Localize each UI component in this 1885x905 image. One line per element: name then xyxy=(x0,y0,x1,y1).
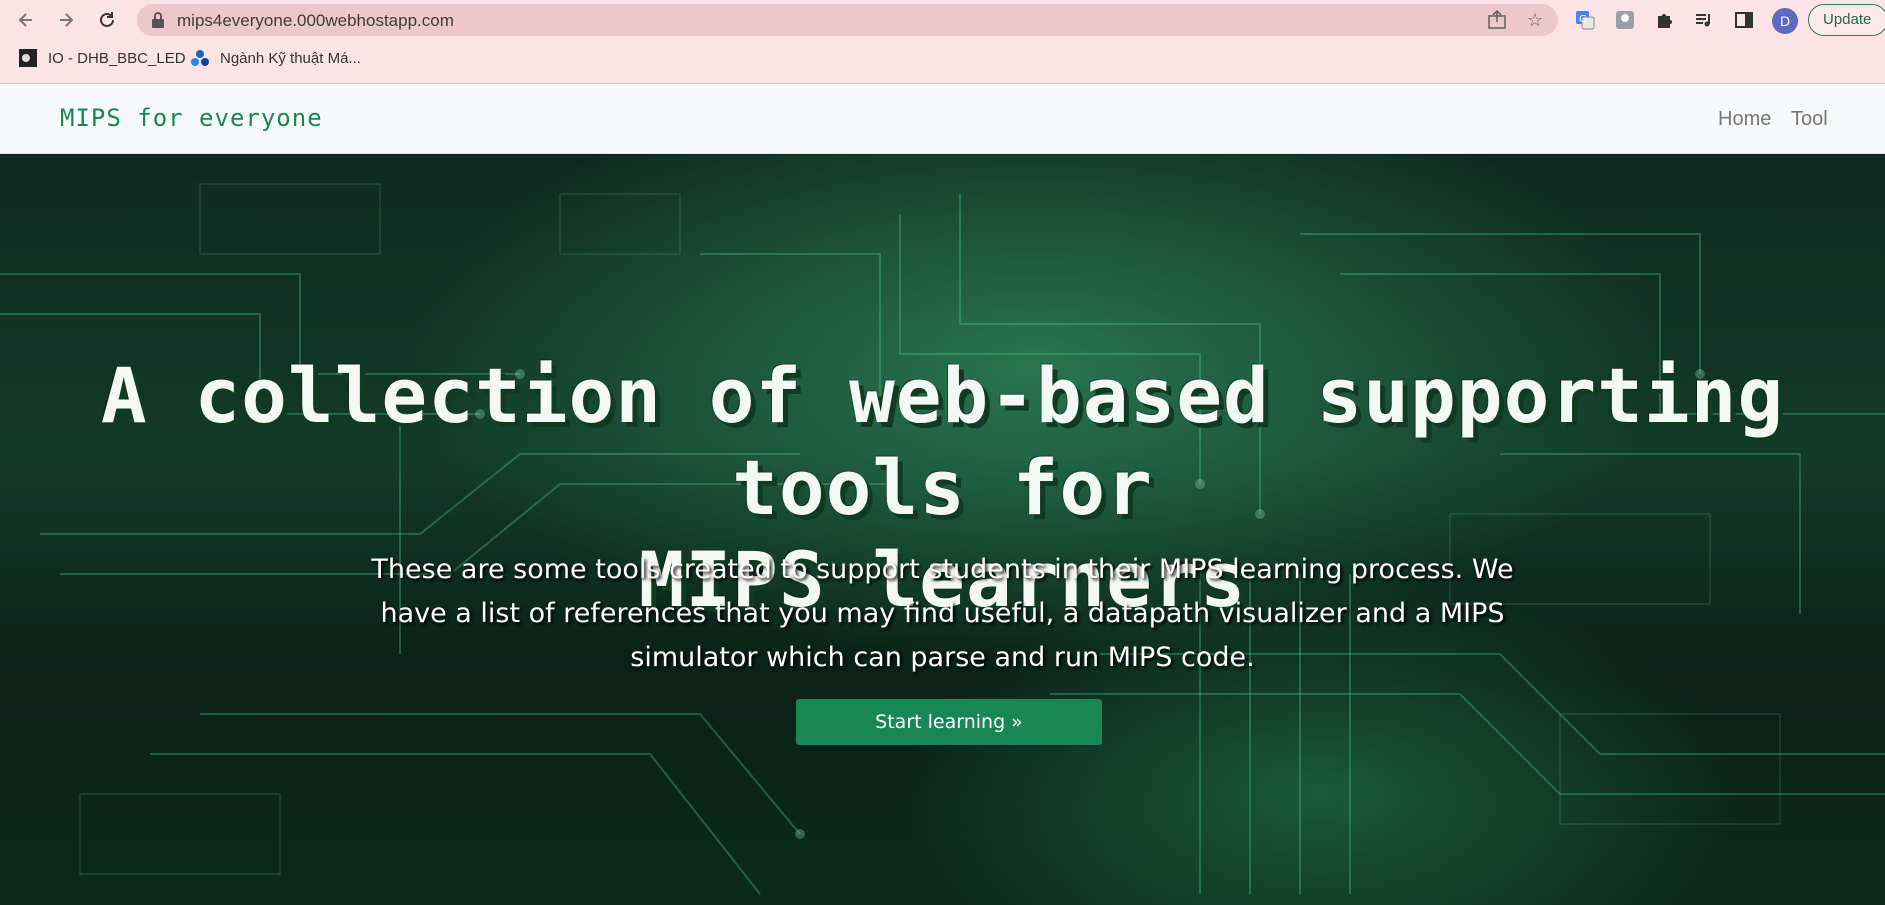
google-translate-icon[interactable]: G xyxy=(1573,8,1597,32)
media-queue-icon[interactable] xyxy=(1692,8,1716,32)
nav-link-tool[interactable]: Tool xyxy=(1791,108,1828,131)
bookmark-label: Ngành Kỹ thuật Má... xyxy=(220,49,361,67)
side-panel-icon[interactable] xyxy=(1732,8,1756,32)
site-navbar: MIPS for everyone Home Tool xyxy=(0,84,1885,154)
extensions-puzzle-icon[interactable] xyxy=(1653,8,1677,32)
address-bar[interactable]: mips4everyone.000webhostapp.com ☆ xyxy=(137,4,1558,36)
bookmark-label: IO - DHB_BBC_LED xyxy=(48,49,186,67)
profile-avatar[interactable]: D xyxy=(1772,8,1798,34)
hero-title-line1: A collection of web-based supporting too… xyxy=(100,351,1785,532)
start-learning-button[interactable]: Start learning » xyxy=(796,699,1102,745)
url-text[interactable]: mips4everyone.000webhostapp.com xyxy=(177,11,454,31)
site-brand[interactable]: MIPS for everyone xyxy=(60,104,323,132)
share-icon[interactable] xyxy=(1487,9,1507,30)
svg-text:G: G xyxy=(1579,14,1587,25)
forward-arrow-icon[interactable] xyxy=(52,6,80,34)
lock-icon xyxy=(151,12,165,33)
bookmark-item[interactable]: IO - DHB_BBC_LED xyxy=(18,48,186,68)
bookmarks-bar: IO - DHB_BBC_LED Ngành Kỹ thuật Má... xyxy=(0,44,1885,74)
extension-profile-icon[interactable] xyxy=(1613,8,1637,32)
browser-chrome: mips4everyone.000webhostapp.com ☆ G D Up… xyxy=(0,0,1885,84)
hero-subtitle-line1: These are some tools created to support … xyxy=(371,554,1514,585)
hero-subtitle-line3: simulator which can parse and run MIPS c… xyxy=(630,642,1255,673)
back-arrow-icon[interactable] xyxy=(12,6,40,34)
update-button[interactable]: Update xyxy=(1808,4,1885,36)
hero-subtitle: These are some tools created to support … xyxy=(360,548,1525,680)
reload-icon[interactable] xyxy=(93,6,121,34)
hero-section: A collection of web-based supporting too… xyxy=(0,154,1885,905)
bookmark-item[interactable]: Ngành Kỹ thuật Má... xyxy=(190,48,361,68)
bookmark-favicon-icon xyxy=(19,49,37,67)
nav-link-home[interactable]: Home xyxy=(1718,108,1771,131)
browser-toolbar: mips4everyone.000webhostapp.com ☆ G D Up… xyxy=(0,0,1885,40)
hero-subtitle-line2: have a list of references that you may f… xyxy=(380,598,1505,629)
bookmark-favicon-icon xyxy=(191,50,209,66)
bookmark-star-icon[interactable]: ☆ xyxy=(1525,10,1545,30)
